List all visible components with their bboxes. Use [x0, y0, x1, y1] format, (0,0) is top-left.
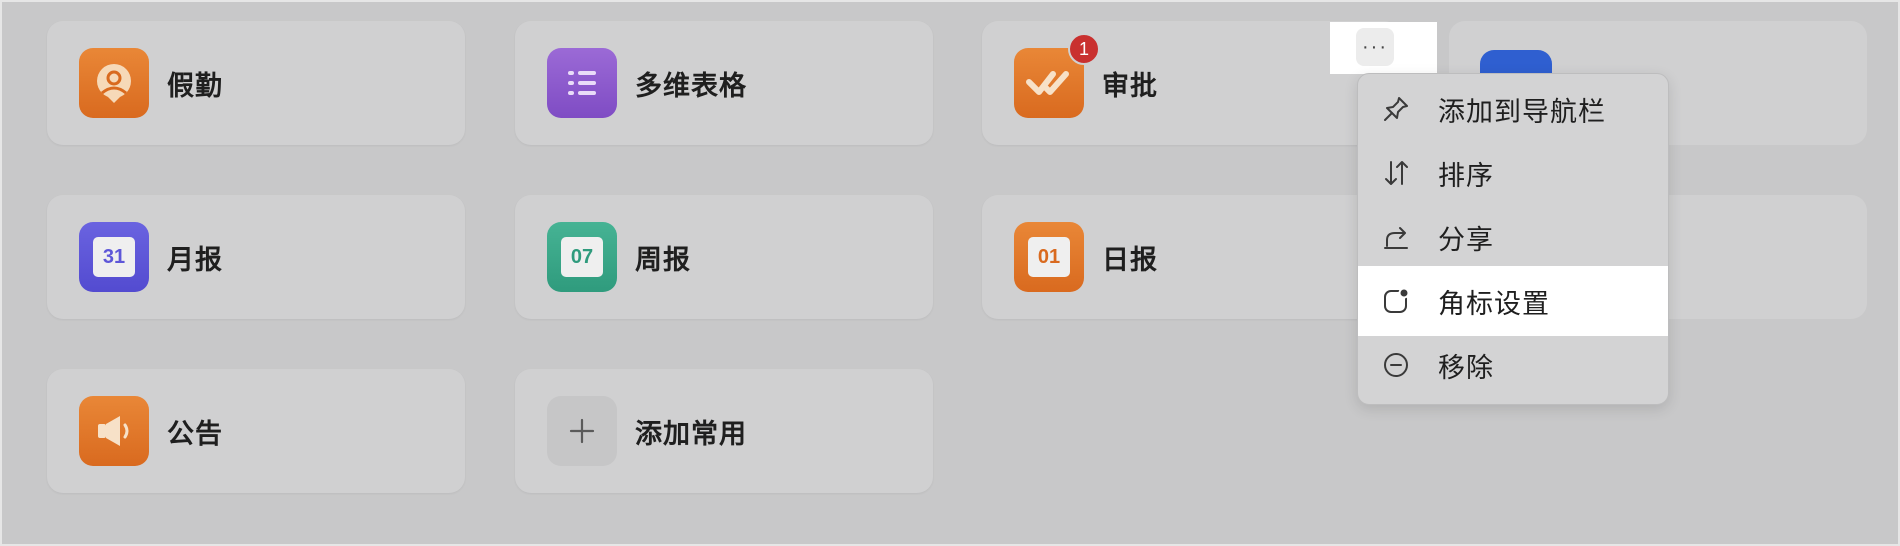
context-menu: 添加到导航栏 排序 分享 角标设置 移除	[1357, 73, 1669, 405]
workspace-overlay: 假勤 多维表格 1 审批 31 月报 07 周报 01 日报 公告 添加常用 ·…	[0, 0, 1900, 546]
pin-icon	[1376, 89, 1416, 129]
app-label: 审批	[1102, 70, 1158, 102]
app-label: 周报	[635, 244, 691, 276]
sort-arrows-icon	[1376, 153, 1416, 193]
menu-item-label: 分享	[1438, 224, 1494, 256]
menu-item-remove[interactable]: 移除	[1358, 330, 1668, 400]
menu-item-badge-settings[interactable]: 角标设置	[1358, 266, 1668, 336]
app-card-attendance[interactable]: 假勤	[47, 21, 465, 145]
menu-item-sort[interactable]: 排序	[1358, 138, 1668, 208]
calendar-date: 01	[1028, 237, 1070, 277]
app-card-monthly-report[interactable]: 31 月报	[47, 195, 465, 319]
menu-item-label: 移除	[1438, 352, 1494, 384]
attendance-icon	[79, 48, 149, 118]
megaphone-icon	[79, 396, 149, 466]
app-card-announcement[interactable]: 公告	[47, 369, 465, 493]
app-label: 多维表格	[635, 70, 747, 102]
app-label: 日报	[1102, 244, 1158, 276]
app-label: 假勤	[167, 70, 223, 102]
app-card-multidim-table[interactable]: 多维表格	[515, 21, 933, 145]
app-card-daily-report[interactable]: 01 日报	[982, 195, 1400, 319]
calendar-date: 07	[561, 237, 603, 277]
more-options-button[interactable]: ···	[1356, 28, 1394, 66]
remove-icon	[1376, 345, 1416, 385]
app-label: 月报	[167, 244, 223, 276]
calendar-icon: 01	[1014, 222, 1084, 292]
app-label: 公告	[167, 418, 223, 450]
menu-item-label: 添加到导航栏	[1438, 96, 1606, 128]
table-list-icon	[547, 48, 617, 118]
more-button-area: ···	[1330, 22, 1437, 74]
menu-item-label: 角标设置	[1438, 288, 1550, 320]
calendar-icon: 31	[79, 222, 149, 292]
app-card-weekly-report[interactable]: 07 周报	[515, 195, 933, 319]
calendar-date: 31	[93, 237, 135, 277]
app-label: 添加常用	[635, 418, 747, 450]
badge-settings-icon	[1376, 281, 1416, 321]
add-frequent-button[interactable]: 添加常用	[515, 369, 933, 493]
share-icon	[1376, 217, 1416, 257]
calendar-icon: 07	[547, 222, 617, 292]
menu-item-label: 排序	[1438, 160, 1494, 192]
menu-item-add-to-nav[interactable]: 添加到导航栏	[1358, 74, 1668, 144]
app-icon-peek	[1480, 50, 1552, 74]
notification-badge: 1	[1068, 33, 1100, 65]
plus-icon	[547, 396, 617, 466]
menu-item-share[interactable]: 分享	[1358, 202, 1668, 272]
